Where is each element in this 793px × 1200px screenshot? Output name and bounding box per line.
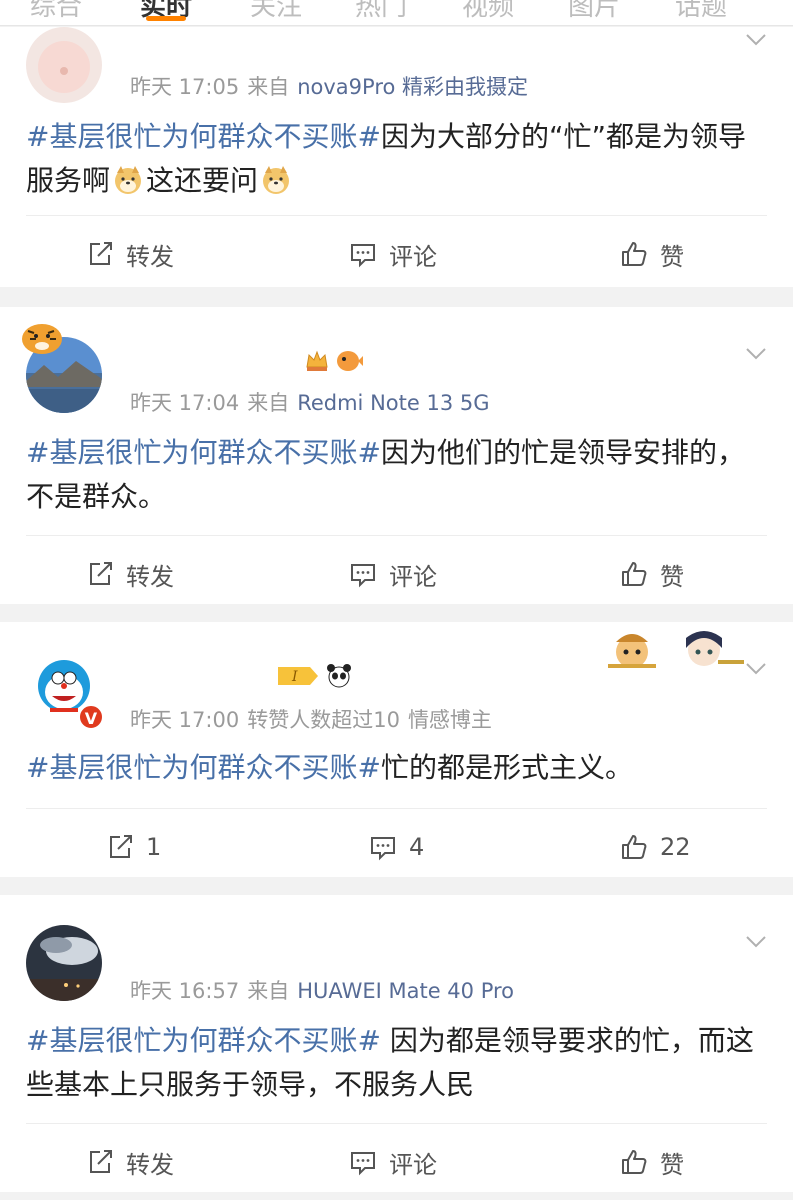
tab-hot[interactable]: 热门 xyxy=(355,0,407,23)
post-time: 昨天 17:00 xyxy=(130,708,240,732)
action-bar: 1 4 22 xyxy=(26,808,767,884)
tab-topics[interactable]: 话题 xyxy=(675,0,727,23)
source-prefix: 来自 xyxy=(247,391,290,415)
post-text: #基层很忙为何群众不买账# 因为都是领导要求的忙，而这些基本上只服务于领导，不服… xyxy=(26,1019,771,1107)
comment-icon xyxy=(351,1152,375,1176)
tab-all[interactable]: 综合 xyxy=(30,0,82,23)
doge-emoji xyxy=(115,166,142,194)
chevron-down-icon[interactable] xyxy=(745,935,767,949)
repost-icon xyxy=(110,835,132,858)
tab-images[interactable]: 图片 xyxy=(568,0,620,23)
topic-link[interactable]: #基层很忙为何群众不买账# xyxy=(26,1024,381,1057)
post-meta: 昨天 17:04 来自 Redmi Note 13 5G xyxy=(130,387,497,417)
like-icon xyxy=(622,835,647,859)
svg-text:I: I xyxy=(291,669,298,685)
engagement-note: 转赞人数超过10 xyxy=(247,708,400,732)
tab-follow[interactable]: 关注 xyxy=(250,0,302,23)
top-tab-bar: 综合 实时 关注 热门 视频 图片 话题 xyxy=(0,0,793,26)
like-icon xyxy=(622,562,647,586)
post-text-part: 忙的都是形式主义。 xyxy=(380,751,633,784)
comment-label: 评论 xyxy=(389,242,437,271)
panda-badge-icon xyxy=(327,664,351,688)
repost-button[interactable]: 转发 xyxy=(86,1124,174,1200)
comment-icon xyxy=(351,244,375,268)
repost-icon xyxy=(90,242,112,265)
comment-button[interactable]: 评论 xyxy=(349,1124,437,1200)
repost-label: 转发 xyxy=(126,1150,174,1179)
like-icon xyxy=(622,1150,647,1174)
tiger-pendant-icon xyxy=(22,324,62,354)
crown-badge-icon xyxy=(306,350,328,371)
post-time: 昨天 16:57 xyxy=(130,979,240,1003)
post-card[interactable]: V I 昨天 17:00 转赞人数超过10 情感博主 #基层很忙为何群众不买账#忙的… xyxy=(0,622,793,877)
repost-icon xyxy=(90,562,112,585)
action-bar: 转发 评论 赞 xyxy=(26,535,767,611)
comment-button[interactable]: 4 xyxy=(369,809,424,885)
post-time: 昨天 17:05 xyxy=(130,75,240,99)
post-text-part: 这还要问 xyxy=(146,164,259,197)
like-icon xyxy=(622,242,647,266)
source-prefix: 来自 xyxy=(247,75,290,99)
comment-icon xyxy=(371,837,395,861)
tab-indicator xyxy=(146,16,186,21)
post-meta: 昨天 17:00 转赞人数超过10 情感博主 xyxy=(130,704,500,734)
like-button[interactable]: 赞 xyxy=(620,216,684,292)
repost-button[interactable]: 1 xyxy=(106,809,161,885)
source-device[interactable]: nova9Pro 精彩由我摄定 xyxy=(297,75,528,99)
like-label: 赞 xyxy=(660,1150,684,1179)
repost-icon xyxy=(90,1150,112,1173)
topic-link[interactable]: #基层很忙为何群众不买账# xyxy=(26,751,381,784)
repost-label: 转发 xyxy=(126,562,174,591)
chevron-down-icon[interactable] xyxy=(745,662,767,676)
like-label: 赞 xyxy=(660,562,684,591)
post-text: #基层很忙为何群众不买账#因为他们的忙是领导安排的，不是群众。 xyxy=(26,431,771,519)
chevron-down-icon[interactable] xyxy=(745,33,767,47)
character-sticker-icon xyxy=(686,631,744,666)
post-card[interactable]: 昨天 16:57 来自 HUAWEI Mate 40 Pro #基层很忙为何群众不买… xyxy=(0,895,793,1192)
chevron-down-icon[interactable] xyxy=(745,347,767,361)
repost-button[interactable]: 转发 xyxy=(86,536,174,612)
post-meta: 昨天 16:57 来自 HUAWEI Mate 40 Pro xyxy=(130,975,522,1005)
post-card[interactable]: 昨天 17:05 来自 nova9Pro 精彩由我摄定 #基层很忙为何群众不买账#因… xyxy=(0,27,793,287)
comment-button[interactable]: 评论 xyxy=(349,536,437,612)
comment-label: 评论 xyxy=(389,562,437,591)
source-device[interactable]: HUAWEI Mate 40 Pro xyxy=(297,979,514,1003)
level-badge-icon: I xyxy=(278,667,318,685)
like-button[interactable]: 22 xyxy=(620,809,691,885)
avatar[interactable] xyxy=(26,925,102,1001)
repost-label: 转发 xyxy=(126,242,174,271)
monkey-king-sticker-icon xyxy=(608,634,656,668)
post-card[interactable]: 昨天 17:04 来自 Redmi Note 13 5G #基层很忙为何群众不买账#… xyxy=(0,307,793,604)
comment-icon xyxy=(351,564,375,588)
like-button[interactable]: 赞 xyxy=(620,536,684,612)
comment-button[interactable]: 评论 xyxy=(349,216,437,292)
repost-button[interactable]: 转发 xyxy=(86,216,174,292)
doge-emoji xyxy=(263,166,290,194)
post-text: #基层很忙为何群众不买账#忙的都是形式主义。 xyxy=(26,746,771,790)
tab-video[interactable]: 视频 xyxy=(462,0,514,23)
like-count: 22 xyxy=(660,833,691,861)
user-tag: 情感博主 xyxy=(407,708,492,732)
comment-label: 评论 xyxy=(389,1150,437,1179)
like-button[interactable]: 赞 xyxy=(620,1124,684,1200)
like-label: 赞 xyxy=(660,242,684,271)
topic-link[interactable]: #基层很忙为何群众不买账# xyxy=(26,436,381,469)
repost-count: 1 xyxy=(146,833,162,861)
verified-badge: V xyxy=(78,704,104,730)
pet-badge-icon xyxy=(337,351,363,371)
post-time: 昨天 17:04 xyxy=(130,391,240,415)
action-bar: 转发 评论 赞 xyxy=(26,215,767,291)
post-meta: 昨天 17:05 来自 nova9Pro 精彩由我摄定 xyxy=(130,71,536,101)
comment-count: 4 xyxy=(409,833,425,861)
source-prefix: 来自 xyxy=(247,979,290,1003)
topic-link[interactable]: #基层很忙为何群众不买账# xyxy=(26,120,381,153)
post-text: #基层很忙为何群众不买账#因为大部分的“忙”都是为领导服务啊 这还要问 xyxy=(26,115,771,203)
avatar[interactable] xyxy=(26,27,102,103)
action-bar: 转发 评论 赞 xyxy=(26,1123,767,1199)
source-device[interactable]: Redmi Note 13 5G xyxy=(297,391,489,415)
